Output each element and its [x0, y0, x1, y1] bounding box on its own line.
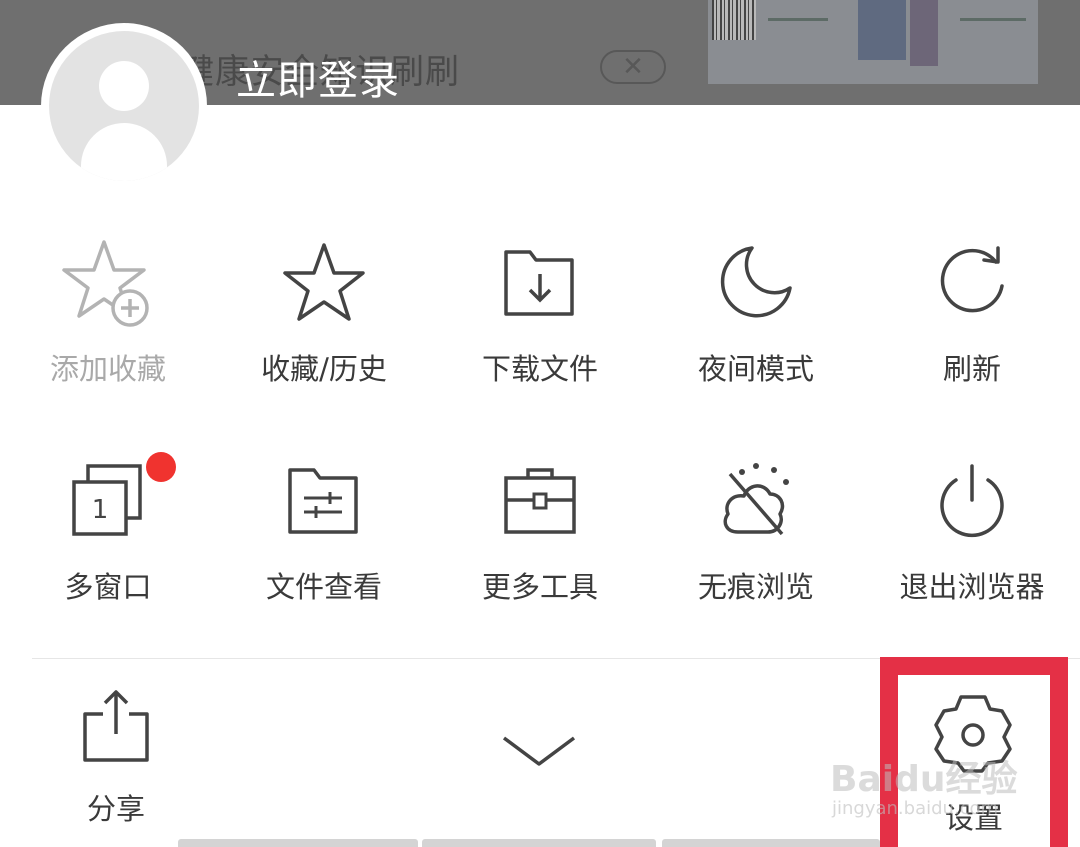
star-icon — [283, 243, 365, 321]
multi-window-icon: 1 — [72, 464, 142, 536]
avatar[interactable] — [41, 23, 207, 189]
downloads-label: 下载文件 — [481, 352, 598, 386]
incognito-button[interactable]: 无痕浏览 — [648, 452, 864, 606]
more-tools-button[interactable]: 更多工具 — [432, 452, 648, 606]
background-close-button: ✕ — [600, 50, 666, 84]
exit-browser-label: 退出浏览器 — [899, 570, 1045, 604]
bookmarks-history-label: 收藏/历史 — [261, 352, 387, 386]
settings-label: 设置 — [944, 801, 1003, 835]
settings-button[interactable]: 设置 — [898, 675, 1050, 847]
login-button[interactable]: 立即登录 — [236, 48, 400, 106]
multi-window-label: 多窗口 — [64, 570, 152, 604]
more-tools-label: 更多工具 — [481, 570, 598, 604]
file-viewer-button[interactable]: 文件查看 — [216, 452, 432, 606]
add-bookmark-button[interactable]: 添加收藏 — [0, 234, 216, 388]
star-add-icon — [62, 240, 149, 327]
exit-browser-button[interactable]: 退出浏览器 — [864, 452, 1080, 606]
toolbox-icon — [504, 468, 576, 534]
incognito-label: 无痕浏览 — [697, 570, 814, 604]
window-count: 1 — [92, 495, 109, 525]
collapse-button[interactable] — [498, 726, 580, 776]
share-icon — [83, 690, 149, 762]
multi-window-button[interactable]: 1 多窗口 — [0, 452, 216, 606]
refresh-icon — [940, 246, 1004, 313]
share-label: 分享 — [86, 792, 145, 826]
incognito-icon — [723, 463, 789, 536]
default-user-icon — [49, 31, 199, 181]
share-button[interactable]: 分享 — [58, 688, 174, 828]
download-folder-icon — [504, 250, 574, 316]
file-viewer-label: 文件查看 — [265, 570, 382, 604]
notification-badge — [146, 452, 176, 482]
chevron-down-icon — [502, 736, 576, 766]
add-bookmark-label: 添加收藏 — [49, 352, 166, 386]
downloads-button[interactable]: 下载文件 — [432, 234, 648, 388]
background-thumbnail — [708, 0, 1038, 84]
night-mode-button[interactable]: 夜间模式 — [648, 234, 864, 388]
gear-icon — [934, 695, 1012, 773]
bottom-handle — [178, 839, 880, 847]
refresh-button[interactable]: 刷新 — [864, 234, 1080, 388]
file-view-icon — [288, 468, 358, 534]
night-mode-label: 夜间模式 — [697, 352, 814, 386]
bookmarks-history-button[interactable]: 收藏/历史 — [216, 234, 432, 388]
power-icon — [940, 464, 1004, 538]
moon-icon — [720, 246, 792, 318]
refresh-label: 刷新 — [942, 352, 1001, 386]
